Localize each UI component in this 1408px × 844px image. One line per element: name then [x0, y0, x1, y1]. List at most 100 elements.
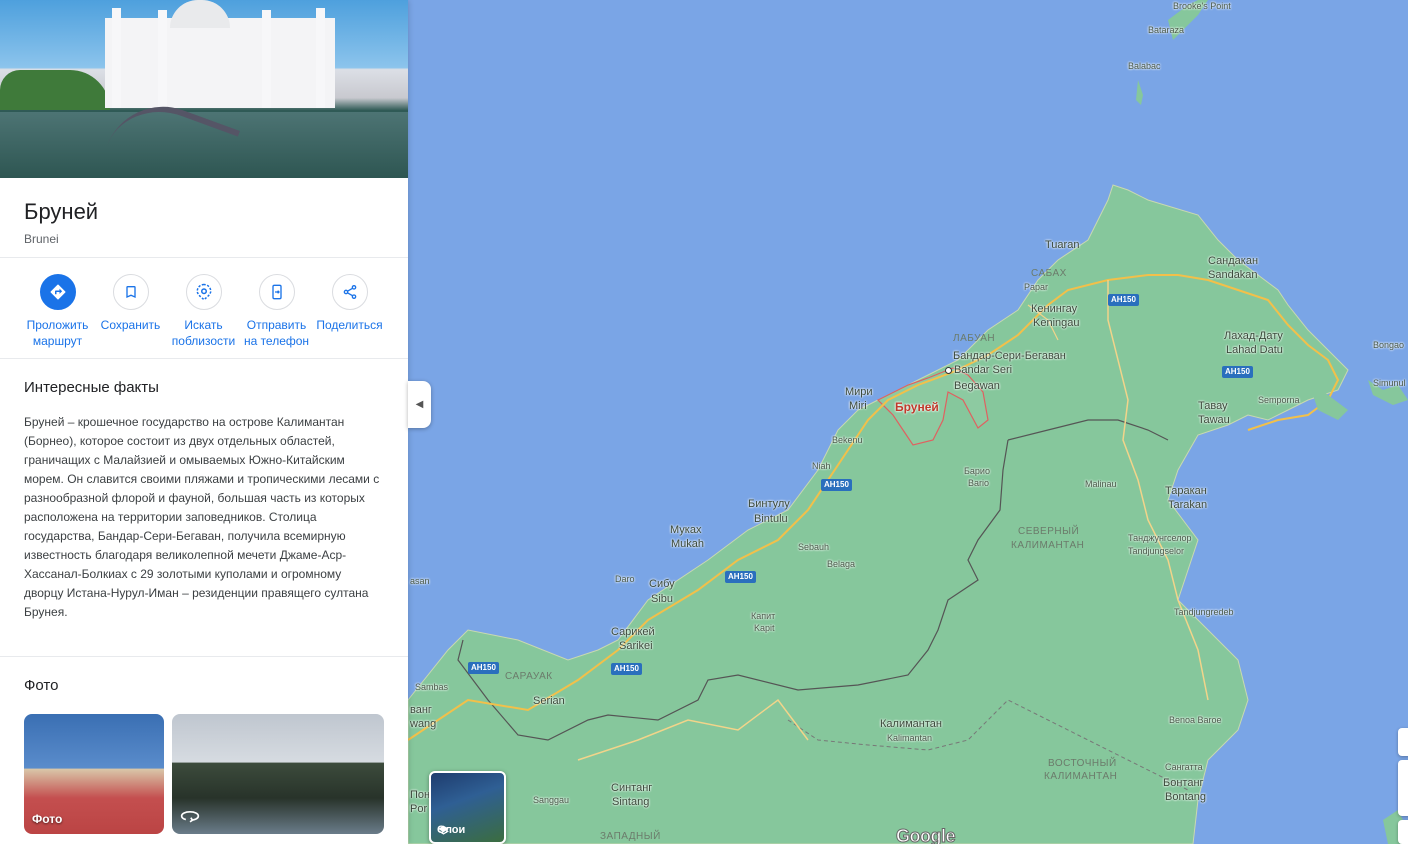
map-label[interactable]: Синтанг — [611, 782, 652, 795]
photo-thumbnail[interactable]: Фото — [24, 714, 164, 834]
map-label[interactable]: Танджунгселор — [1128, 532, 1192, 545]
map-label[interactable]: Сибу — [649, 578, 675, 591]
map-label[interactable]: Sambas — [415, 681, 448, 694]
map-label[interactable]: Papar — [1024, 281, 1048, 294]
photos-title: Фото — [24, 677, 59, 694]
capital-marker-icon[interactable] — [945, 367, 952, 374]
map-label[interactable]: Сарикей — [611, 626, 655, 639]
map-label[interactable]: Муках — [670, 524, 701, 537]
road-shield: AH150 — [611, 663, 642, 675]
map-label[interactable]: Bataraza — [1148, 24, 1184, 37]
map-label[interactable]: Бинтулу — [748, 498, 790, 511]
map-label[interactable]: Кенингау — [1031, 303, 1077, 316]
map-label[interactable]: КАЛИМАНТАН — [1011, 539, 1084, 552]
nearby-icon — [185, 274, 222, 310]
collapse-panel-button[interactable]: ◀ — [408, 381, 431, 428]
map-label[interactable]: САРАУАК — [505, 670, 553, 683]
map-label[interactable]: Bandar Seri — [954, 364, 1012, 377]
map-label[interactable]: Sandakan — [1208, 269, 1258, 282]
map-label[interactable]: Belaga — [827, 558, 855, 571]
bookmark-icon — [112, 274, 149, 310]
map-label[interactable]: Mukah — [671, 538, 704, 551]
map-label[interactable]: Бонтанг — [1163, 777, 1204, 790]
map-label[interactable]: ванг — [410, 704, 432, 717]
map-label[interactable]: Por — [410, 803, 427, 816]
map-label[interactable]: Лахад-Дату — [1224, 330, 1283, 343]
map-label[interactable]: Keningau — [1033, 317, 1080, 330]
layers-button[interactable]: Слои — [429, 771, 506, 844]
map-label[interactable]: wang — [410, 718, 436, 731]
map-label[interactable]: Таракан — [1165, 485, 1207, 498]
map-label[interactable]: Bontang — [1165, 791, 1206, 804]
map-label[interactable]: Kapit — [754, 622, 775, 635]
map-label[interactable]: Sintang — [612, 796, 649, 809]
map-label[interactable]: Malinau — [1085, 478, 1117, 491]
road-shield: AH150 — [1108, 294, 1139, 306]
map-label[interactable]: Tawau — [1198, 414, 1230, 427]
map-label[interactable]: Tuaran — [1045, 239, 1079, 252]
map-label[interactable]: Bekenu — [832, 434, 863, 447]
send-to-phone-icon — [258, 274, 295, 310]
map-label[interactable]: Bintulu — [754, 513, 788, 526]
directions-button[interactable]: Проложить маршрут — [21, 274, 94, 358]
map-label[interactable]: Sibu — [651, 593, 673, 606]
map-label[interactable]: Brooke's Point — [1173, 0, 1231, 13]
save-button[interactable]: Сохранить — [94, 274, 167, 358]
map-label[interactable]: Begawan — [954, 380, 1000, 393]
map-canvas[interactable]: Brooke's Point Bataraza Balabac Tuaran С… — [408, 0, 1408, 844]
country-label[interactable]: Бруней — [895, 401, 939, 414]
photo-caption: Фото — [32, 812, 63, 826]
photo-360-thumbnail[interactable] — [172, 714, 384, 834]
hero-photo[interactable] — [0, 0, 408, 178]
map-label[interactable]: Sarikei — [619, 640, 653, 653]
map-label[interactable]: Tarakan — [1168, 499, 1207, 512]
map-label[interactable]: Sebauh — [798, 541, 829, 554]
title-block: Бруней Brunei — [0, 178, 408, 258]
send-to-phone-button[interactable]: Отправить на телефон — [240, 274, 313, 358]
map-label[interactable]: Serian — [533, 695, 565, 708]
hero-minaret — [158, 10, 167, 108]
nearby-label: Искать поблизости — [171, 318, 236, 348]
map-label[interactable]: Daro — [615, 573, 635, 586]
map-label[interactable]: Miri — [849, 400, 867, 413]
zoom-control-button[interactable] — [1398, 728, 1408, 756]
map-label[interactable]: Бандар-Сери-Бегаван — [953, 350, 1066, 363]
map-label[interactable]: Мири — [845, 386, 873, 399]
hero-trees — [0, 70, 110, 110]
map-label[interactable]: Benoa Baroe — [1169, 714, 1222, 727]
directions-icon — [39, 274, 76, 310]
map-label[interactable]: ВОСТОЧНЫЙ — [1048, 757, 1117, 770]
map-label[interactable]: Kalimantan — [887, 732, 932, 745]
nearby-button[interactable]: Искать поблизости — [167, 274, 240, 358]
map-label[interactable]: Simunul — [1373, 377, 1406, 390]
map-label[interactable]: Пон — [410, 789, 430, 802]
map-label[interactable]: Bario — [968, 477, 989, 490]
map-label[interactable]: Калимантан — [880, 718, 942, 731]
google-logo: Google — [896, 826, 957, 844]
map-label[interactable]: КАЛИМАНТАН — [1044, 770, 1117, 783]
map-label[interactable]: Сандакан — [1208, 255, 1258, 268]
hero-dome — [170, 0, 230, 28]
map-label[interactable]: Сангатта — [1165, 761, 1203, 774]
map-label[interactable]: Niah — [812, 460, 831, 473]
map-label[interactable]: Sanggau — [533, 794, 569, 807]
pegman-control-button[interactable] — [1398, 760, 1408, 816]
map-label[interactable]: Bongao — [1373, 339, 1404, 352]
share-button[interactable]: Поделиться — [313, 274, 386, 358]
map-label[interactable]: asan — [410, 575, 430, 588]
facts-text: Бруней – крошечное государство на остров… — [24, 415, 380, 619]
place-panel: Бруней Brunei Проложить маршрут Сохранит… — [0, 0, 408, 844]
map-label[interactable]: ЗАПАДНЫЙ — [600, 830, 661, 843]
map-label[interactable]: Tandjungselor — [1128, 545, 1184, 558]
map-label[interactable]: Lahad Datu — [1226, 344, 1283, 357]
map-label[interactable]: Tandjungredeb — [1174, 606, 1234, 619]
map-control-button[interactable] — [1398, 820, 1408, 844]
map-label[interactable]: ЛАБУАН — [953, 332, 995, 345]
facts-title: Интересные факты — [24, 379, 159, 396]
road-shield: AH150 — [725, 571, 756, 583]
map-label[interactable]: Semporna — [1258, 394, 1300, 407]
map-label[interactable]: Balabac — [1128, 60, 1161, 73]
map-label[interactable]: Тавау — [1198, 400, 1228, 413]
map-label[interactable]: СЕВЕРНЫЙ — [1018, 525, 1079, 538]
map-label[interactable]: САБАХ — [1031, 267, 1067, 280]
